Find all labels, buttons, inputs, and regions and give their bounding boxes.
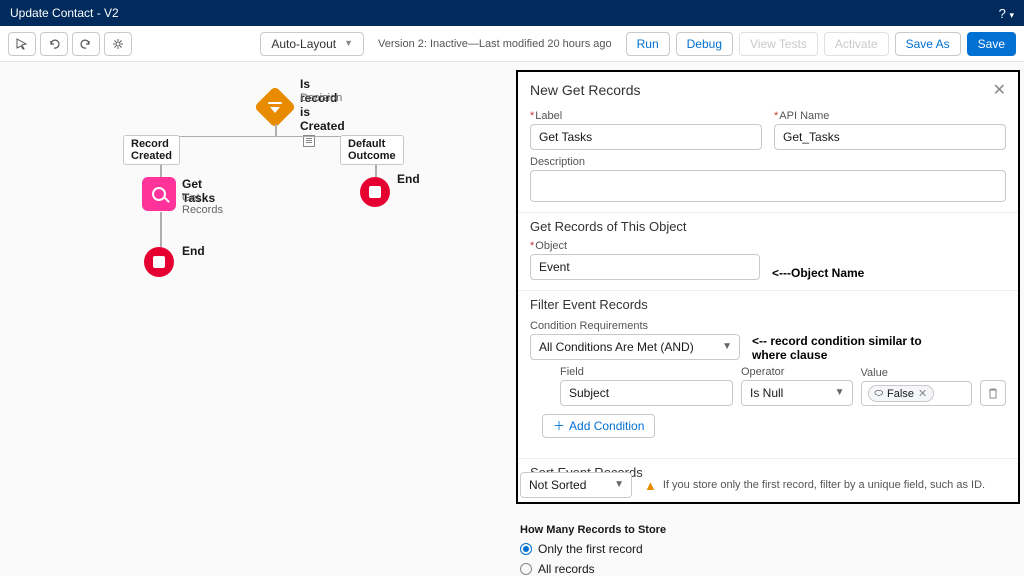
value-pill[interactable]: ⬭ False ✕: [868, 385, 935, 402]
cond-value-label: Value: [861, 367, 973, 379]
radio-icon: [520, 563, 532, 575]
cursor-icon: [16, 38, 28, 50]
chevron-down-icon: ▼: [722, 341, 732, 352]
get-tasks-type: Get Records: [182, 192, 223, 216]
settings-button[interactable]: [104, 32, 132, 56]
toolbar: Auto-Layout▼ Version 2: Inactive—Last mo…: [0, 26, 1024, 62]
path-label-default[interactable]: Default Outcome: [340, 135, 404, 165]
decision-node[interactable]: [254, 86, 296, 128]
panel-title: New Get Records: [530, 82, 640, 98]
redo-button[interactable]: [72, 32, 100, 56]
filter-section-title: Filter Event Records: [518, 290, 1018, 314]
debug-button[interactable]: Debug: [676, 32, 733, 56]
radio-icon: [520, 543, 532, 555]
warning-icon: ▲: [644, 478, 657, 493]
plus-icon: ＋: [553, 420, 565, 432]
cond-operator-label: Operator: [741, 366, 853, 378]
titlebar: Update Contact - V2 ? ▾: [0, 0, 1024, 26]
add-condition-button[interactable]: ＋ Add Condition: [542, 414, 655, 438]
object-section-title: Get Records of This Object: [518, 212, 1018, 236]
condition-req-label: Condition Requirements: [530, 320, 648, 332]
chevron-down-icon: ▼: [614, 479, 624, 490]
object-input[interactable]: [530, 254, 760, 280]
label-input[interactable]: [530, 124, 762, 150]
annotation-condition: <-- record condition similar to where cl…: [752, 334, 952, 362]
api-name-field-label: API Name: [774, 110, 1006, 122]
get-records-panel: New Get Records ✕ Label API Name Descrip…: [516, 70, 1020, 504]
sort-warning: ▲ If you store only the first record, fi…: [644, 478, 985, 493]
cond-field-input[interactable]: [560, 380, 733, 406]
undo-icon: [48, 38, 60, 50]
save-button[interactable]: Save: [967, 32, 1016, 56]
object-field-label: Object: [530, 240, 760, 252]
api-name-input[interactable]: [774, 124, 1006, 150]
save-as-button[interactable]: Save As: [895, 32, 961, 56]
chevron-down-icon: ▼: [835, 387, 845, 398]
condition-req-select[interactable]: All Conditions Are Met (AND): [530, 334, 740, 360]
undo-button[interactable]: [40, 32, 68, 56]
select-tool-button[interactable]: [8, 32, 36, 56]
trash-icon: [987, 387, 999, 399]
run-button[interactable]: Run: [626, 32, 670, 56]
lookup-icon: [152, 187, 166, 201]
help-menu[interactable]: ? ▾: [999, 6, 1014, 21]
end-label-created: End: [182, 244, 205, 258]
description-field-label: Description: [530, 156, 1006, 168]
label-field-label: Label: [530, 110, 762, 122]
store-records-title: How Many Records to Store: [520, 524, 1020, 536]
decision-node-type: Decision: [300, 92, 342, 104]
path-label-created[interactable]: Record Created: [123, 135, 180, 165]
version-label: Version 2: Inactive—Last modified 20 hou…: [370, 38, 620, 50]
activate-button: Activate: [824, 32, 889, 56]
radio-all-records[interactable]: All records: [520, 562, 1020, 576]
radio-first-record[interactable]: Only the first record: [520, 542, 1020, 556]
redo-icon: [80, 38, 92, 50]
delete-condition-button[interactable]: [980, 380, 1006, 406]
annotation-object: <---Object Name: [772, 266, 864, 280]
remove-pill-icon[interactable]: ✕: [918, 387, 927, 400]
auto-layout-dropdown[interactable]: Auto-Layout▼: [260, 32, 364, 56]
below-panel-area: Not Sorted ▼ ▲ If you store only the fir…: [520, 472, 1020, 576]
flow-title: Update Contact - V2: [10, 6, 119, 20]
end-node-created[interactable]: [144, 247, 174, 277]
cond-field-label: Field: [560, 366, 733, 378]
view-tests-button: View Tests: [739, 32, 818, 56]
get-tasks-node[interactable]: [142, 177, 176, 211]
end-node-default[interactable]: [360, 177, 390, 207]
description-input[interactable]: [530, 170, 1006, 202]
close-icon[interactable]: ✕: [993, 80, 1006, 100]
end-label-default: End: [397, 172, 420, 186]
cond-value-input[interactable]: ⬭ False ✕: [861, 381, 973, 406]
gear-icon: [112, 38, 124, 50]
